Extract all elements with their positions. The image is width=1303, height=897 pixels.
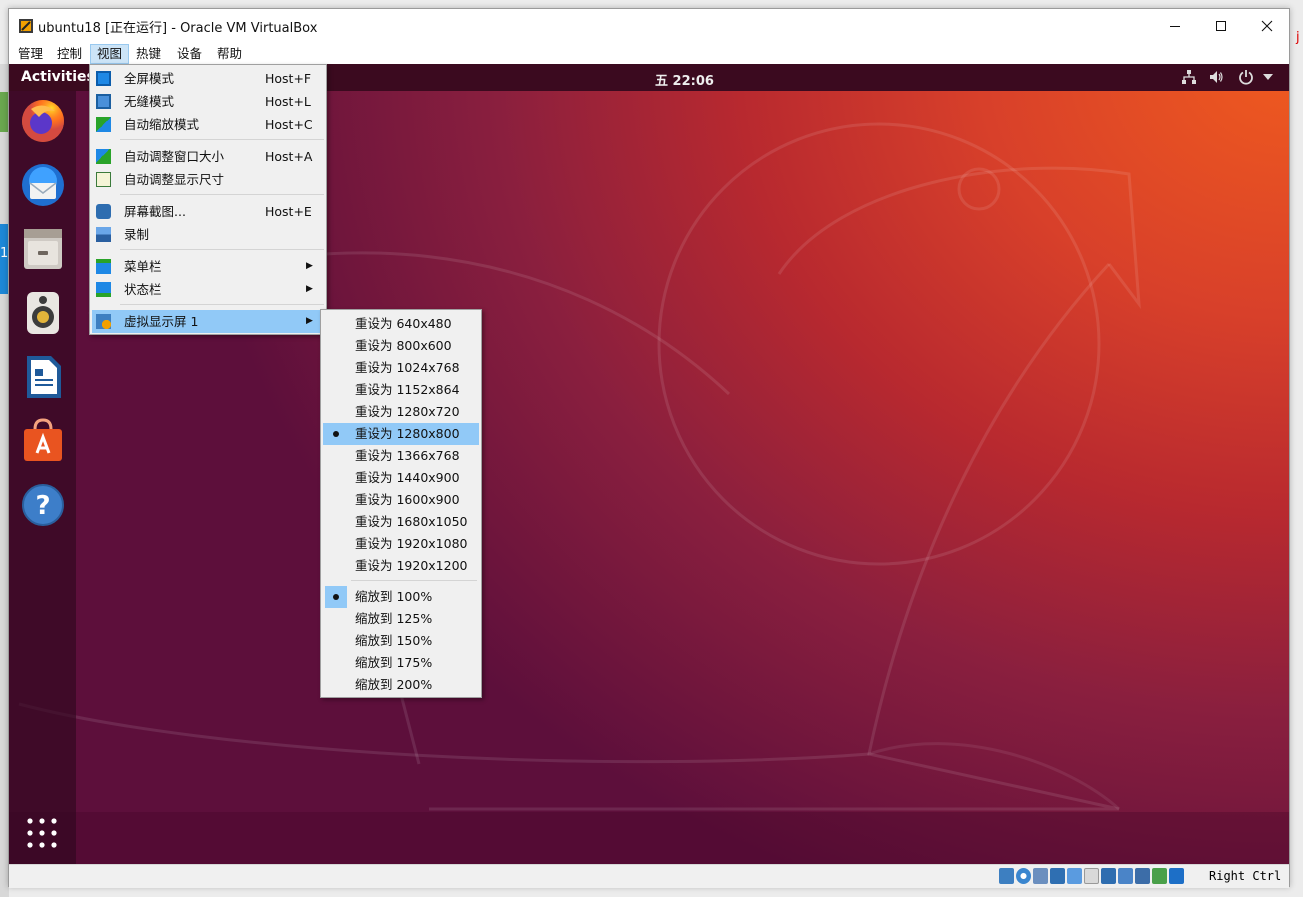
host-desktop: 1 j ubuntu18 [正在运行] - Oracle VM VirtualB… [0,0,1303,897]
menu-item-fullscreen[interactable]: 全屏模式 Host+F [92,67,324,90]
caret-down-icon[interactable] [1263,74,1273,80]
maximize-icon [1216,20,1226,31]
menu-separator [351,580,477,581]
resize-1920x1200[interactable]: 重设为 1920x1200 [323,555,479,577]
adjust-window-icon [96,149,111,164]
activities-button[interactable]: Activities [21,69,95,85]
thunderbird-icon[interactable] [19,161,67,209]
menu-item-auto-resize[interactable]: 自动调整显示尺寸 [92,168,324,191]
submenu-arrow-icon: ▶ [306,284,313,294]
dock: ? [9,91,76,864]
svg-text:?: ? [35,491,50,521]
resize-1280x720[interactable]: 重设为 1280x720 [323,401,479,423]
scale-200[interactable]: 缩放到 200% [323,674,479,696]
virtualization-icon[interactable] [1135,868,1150,884]
submenu-arrow-icon: ▶ [306,261,313,271]
libreoffice-writer-icon[interactable] [19,353,67,401]
volume-icon[interactable] [1208,69,1224,85]
menu-hotkeys[interactable]: 热键 [130,44,167,64]
virtualbox-app-icon [19,19,33,33]
statusbar-icon [96,282,111,297]
menu-separator [120,139,324,140]
audio-icon[interactable] [1033,868,1048,884]
menu-item-screenshot[interactable]: 屏幕截图... Host+E [92,200,324,223]
app-grid-icon[interactable] [25,816,59,850]
status-icons [999,868,1184,886]
menu-manage[interactable]: 管理 [12,44,49,64]
host-edge-text: j [1296,30,1300,45]
resize-1366x768[interactable]: 重设为 1366x768 [323,445,479,467]
selected-radio-dot [333,431,339,437]
resize-640x480[interactable]: 重设为 640x480 [323,313,479,335]
view-menu: 全屏模式 Host+F 无缝模式 Host+L 自动缩放模式 Host+C 自动… [89,64,327,335]
resize-1680x1050[interactable]: 重设为 1680x1050 [323,511,479,533]
seamless-icon [96,94,111,109]
resize-1024x768[interactable]: 重设为 1024x768 [323,357,479,379]
keyboard-capture-icon[interactable] [1169,868,1184,884]
fullscreen-icon [96,71,111,86]
window-title: ubuntu18 [正在运行] - Oracle VM VirtualBox [38,21,318,36]
network-adapter-icon[interactable] [1050,868,1065,884]
menu-item-adjust-window[interactable]: 自动调整窗口大小 Host+A [92,145,324,168]
scale-150[interactable]: 缩放到 150% [323,630,479,652]
title-bar[interactable]: ubuntu18 [正在运行] - Oracle VM VirtualBox [9,9,1289,42]
hard-disk-icon[interactable] [999,868,1014,884]
maximize-button[interactable] [1198,9,1244,42]
close-button[interactable] [1244,9,1290,42]
status-bar: Right Ctrl [9,864,1289,888]
menu-devices[interactable]: 设备 [171,44,208,64]
submenu-arrow-icon: ▶ [306,316,313,326]
menu-separator [120,194,324,195]
rhythmbox-icon[interactable] [19,289,67,337]
auto-resize-icon [96,172,111,187]
mouse-integration-icon[interactable] [1152,868,1167,884]
screenshot-icon [96,204,111,219]
virtual-screen-submenu: 重设为 640x480 重设为 800x600 重设为 1024x768 重设为… [320,309,482,698]
resize-1600x900[interactable]: 重设为 1600x900 [323,489,479,511]
minimize-icon [1170,25,1180,27]
virtual-screen-icon [96,314,111,329]
menu-separator [120,249,324,250]
menu-item-statusbar[interactable]: 状态栏 ▶ [92,278,324,301]
shared-folders-icon[interactable] [1084,868,1099,884]
close-icon [1261,20,1273,31]
record-icon [96,227,111,242]
network-icon[interactable] [1181,69,1197,85]
resize-1152x864[interactable]: 重设为 1152x864 [323,379,479,401]
menu-item-menubar[interactable]: 菜单栏 ▶ [92,255,324,278]
display-icon[interactable] [1101,868,1116,884]
scale-125[interactable]: 缩放到 125% [323,608,479,630]
resize-1440x900[interactable]: 重设为 1440x900 [323,467,479,489]
resize-1280x800[interactable]: 重设为 1280x800 [323,423,479,445]
scale-100[interactable]: 缩放到 100% [323,586,479,608]
menu-item-record[interactable]: 录制 [92,223,324,246]
resize-800x600[interactable]: 重设为 800x600 [323,335,479,357]
clock[interactable]: 五 22:06 [655,70,714,89]
help-icon[interactable]: ? [19,481,67,529]
files-icon[interactable] [19,225,67,273]
menu-item-virtual-screen[interactable]: 虚拟显示屏 1 ▶ [92,310,324,333]
menu-item-scale[interactable]: 自动缩放模式 Host+C [92,113,324,136]
selected-radio-dot [333,594,339,600]
host-key-label[interactable]: Right Ctrl [1209,869,1281,883]
minimize-button[interactable] [1152,9,1198,42]
scale-icon [96,117,111,132]
menu-control[interactable]: 控制 [51,44,88,64]
optical-drive-icon[interactable] [1016,868,1031,884]
usb-icon[interactable] [1067,868,1082,884]
menu-help[interactable]: 帮助 [211,44,248,64]
menu-item-seamless[interactable]: 无缝模式 Host+L [92,90,324,113]
resize-1920x1080[interactable]: 重设为 1920x1080 [323,533,479,555]
menu-separator [120,304,324,305]
firefox-icon[interactable] [19,97,67,145]
menu-view[interactable]: 视图 [90,44,130,64]
video-capture-icon[interactable] [1118,868,1133,884]
power-icon[interactable] [1238,69,1254,85]
software-center-icon[interactable] [19,417,67,465]
scale-175[interactable]: 缩放到 175% [323,652,479,674]
menubar-icon [96,259,111,274]
menu-bar: 管理 控制 视图 热键 设备 帮助 [9,42,1289,64]
